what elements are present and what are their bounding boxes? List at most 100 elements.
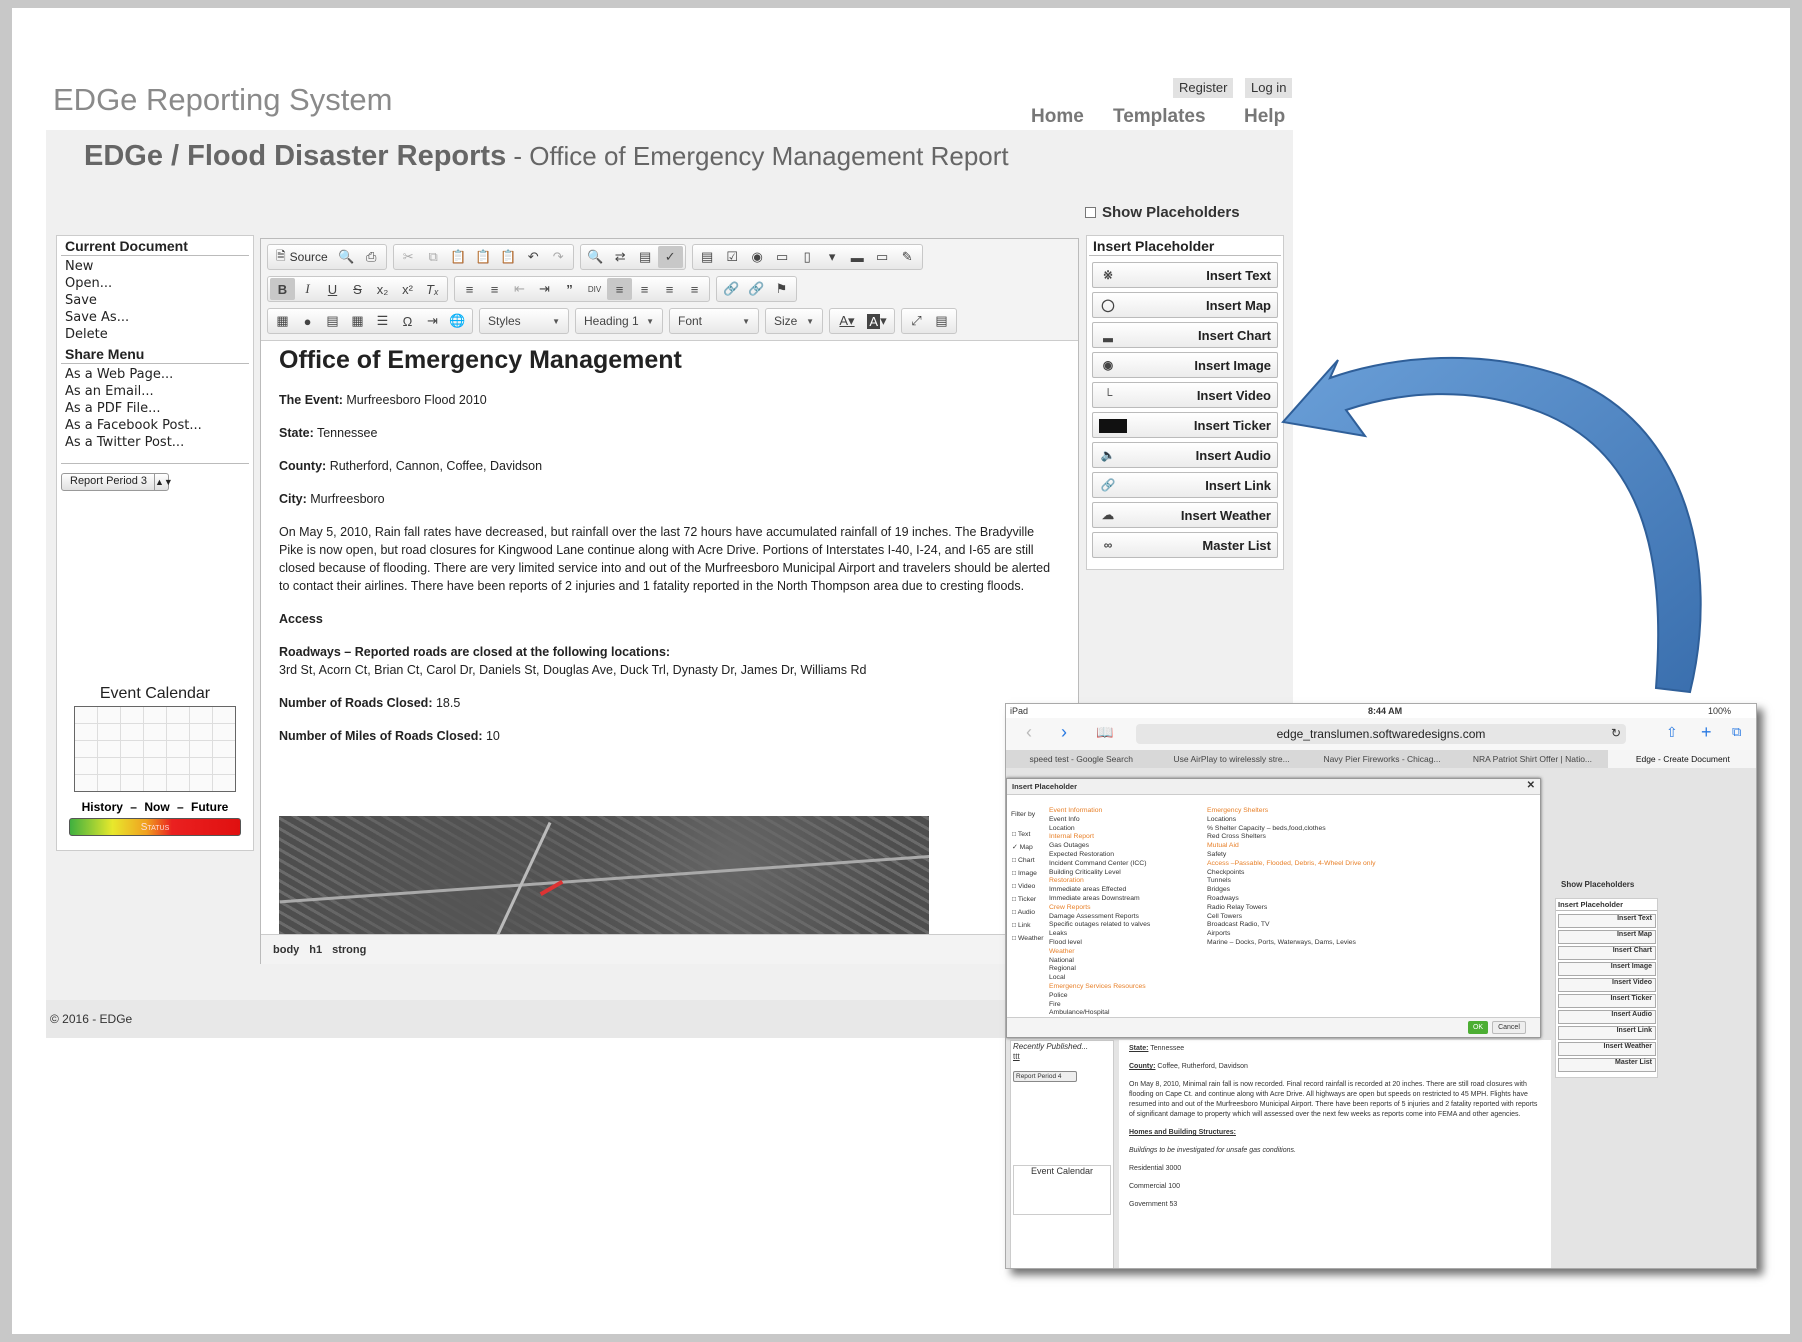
show-placeholders-toggle[interactable]: Show Placeholders <box>1085 204 1240 221</box>
now-label[interactable]: Now – <box>144 800 183 814</box>
radio-icon[interactable]: ◉ <box>745 246 770 268</box>
placeholder-option[interactable]: % Shelter Capacity – beds,food,clothes <box>1207 825 1376 834</box>
superscript-icon[interactable]: x² <box>395 278 420 300</box>
bold-icon[interactable]: B <box>270 278 295 300</box>
preview-icon[interactable]: 🔍 <box>334 246 359 268</box>
remove-format-icon[interactable]: Tₓ <box>420 278 445 300</box>
filter-option[interactable]: □ Chart <box>1012 857 1044 866</box>
print-icon[interactable]: ⎙ <box>359 246 384 268</box>
placeholder-option[interactable]: Incident Command Center (ICC) <box>1049 860 1150 869</box>
insert-ticker-button[interactable]: Insert Ticker <box>1092 412 1278 438</box>
strikethrough-icon[interactable]: S <box>345 278 370 300</box>
hidden-field-icon[interactable]: ✎ <box>895 246 920 268</box>
placeholder-option[interactable]: Safety <box>1207 851 1376 860</box>
select-field-icon[interactable]: ▾ <box>820 246 845 268</box>
align-center-icon[interactable]: ≡ <box>632 278 657 300</box>
source-button[interactable]: 🗎 Source <box>270 246 334 268</box>
format-dropdown[interactable]: Heading 1 ▼ <box>575 308 663 334</box>
placeholder-option[interactable]: Radio Relay Towers <box>1207 904 1376 913</box>
ipad-show-placeholders[interactable]: Show Placeholders <box>1561 880 1634 889</box>
ipad-insert-chart[interactable]: Insert Chart <box>1558 946 1656 960</box>
filter-option[interactable]: □ Link <box>1012 922 1044 931</box>
flash-icon[interactable]: ▤ <box>320 310 345 332</box>
ipad-recent-item[interactable]: ttt <box>1011 1052 1113 1061</box>
history-label[interactable]: History – <box>82 800 137 814</box>
placeholder-option[interactable]: Building Criticality Level <box>1049 869 1150 878</box>
filter-option[interactable]: □ Video <box>1012 883 1044 892</box>
editor-content[interactable]: Office of Emergency Management The Event… <box>279 348 1059 760</box>
ipad-period-select[interactable]: Report Period 4 <box>1013 1071 1077 1082</box>
text-color-icon[interactable]: A▾ <box>832 310 862 332</box>
anchor-flag-icon[interactable]: ⚑ <box>769 278 794 300</box>
placeholder-option[interactable]: Leaks <box>1049 930 1150 939</box>
subscript-icon[interactable]: x₂ <box>370 278 395 300</box>
placeholder-option[interactable]: Regional <box>1049 965 1150 974</box>
background-color-icon[interactable]: A ▾ <box>862 310 892 332</box>
image-icon[interactable]: ▦ <box>270 310 295 332</box>
show-blocks-icon[interactable]: ▤ <box>929 310 954 332</box>
ipad-event-calendar[interactable]: Event Calendar <box>1013 1165 1111 1215</box>
share-email[interactable]: As an Email... <box>61 383 249 400</box>
menu-delete[interactable]: Delete <box>57 326 253 343</box>
paste-icon[interactable]: 📋 <box>446 246 471 268</box>
share-icon[interactable]: ⇧ <box>1666 724 1678 741</box>
styles-dropdown[interactable]: Styles ▼ <box>479 308 569 334</box>
nav-templates[interactable]: Templates <box>1113 106 1206 128</box>
ipad-master-list[interactable]: Master List <box>1558 1058 1656 1072</box>
placeholder-option[interactable]: Locations <box>1207 816 1376 825</box>
placeholder-option[interactable]: Cell Towers <box>1207 913 1376 922</box>
cut-icon[interactable]: ✂ <box>396 246 421 268</box>
placeholder-option[interactable]: Immediate areas Effected <box>1049 886 1150 895</box>
placeholder-option[interactable]: Checkpoints <box>1207 869 1376 878</box>
filter-option[interactable]: □ Ticker <box>1012 896 1044 905</box>
ok-button[interactable]: OK <box>1468 1021 1488 1034</box>
ipad-editor-content[interactable]: State: Tennessee County: Coffee, Rutherf… <box>1119 1040 1551 1268</box>
back-icon[interactable]: ‹ <box>1026 722 1032 743</box>
placeholder-option[interactable]: Police <box>1049 992 1150 1001</box>
link-icon[interactable]: 🔗 <box>719 278 744 300</box>
placeholder-option[interactable]: Flood level <box>1049 939 1150 948</box>
ipad-insert-map[interactable]: Insert Map <box>1558 930 1656 944</box>
ipad-insert-link[interactable]: Insert Link <box>1558 1026 1656 1040</box>
button-field-icon[interactable]: ▬ <box>845 246 870 268</box>
browser-tab[interactable]: NRA Patriot Shirt Offer | Natio... <box>1457 750 1607 768</box>
insert-chart-button[interactable]: ▂ Insert Chart <box>1092 322 1278 348</box>
placeholder-option[interactable]: Immediate areas Downstream <box>1049 895 1150 904</box>
bookmarks-icon[interactable]: 📖 <box>1096 724 1113 741</box>
filter-option[interactable]: □ Weather <box>1012 935 1044 944</box>
register-button[interactable]: Register <box>1173 78 1234 98</box>
special-char-icon[interactable]: Ω <box>395 310 420 332</box>
horizontal-rule-icon[interactable]: ☰ <box>370 310 395 332</box>
nav-help[interactable]: Help <box>1244 106 1285 128</box>
share-web-page[interactable]: As a Web Page... <box>61 366 249 383</box>
menu-save[interactable]: Save <box>57 292 253 309</box>
nav-home[interactable]: Home <box>1031 106 1084 128</box>
unlink-icon[interactable]: 🔗 <box>744 278 769 300</box>
insert-map-button[interactable]: ◯ Insert Map <box>1092 292 1278 318</box>
tabs-icon[interactable]: ⧉ <box>1732 724 1741 740</box>
menu-save-as[interactable]: Save As... <box>57 309 253 326</box>
paste-text-icon[interactable]: 📋 <box>471 246 496 268</box>
flood-map-image[interactable] <box>279 816 929 934</box>
font-dropdown[interactable]: Font ▼ <box>669 308 759 334</box>
reload-icon[interactable]: ↻ <box>1611 726 1621 740</box>
menu-new[interactable]: New <box>57 258 253 275</box>
filter-option[interactable]: □ Image <box>1012 870 1044 879</box>
insert-text-button[interactable]: ※ Insert Text <box>1092 262 1278 288</box>
table-icon[interactable]: ▦ <box>345 310 370 332</box>
copy-icon[interactable]: ⧉ <box>421 246 446 268</box>
textarea-icon[interactable]: ▯ <box>795 246 820 268</box>
cancel-button[interactable]: Cancel <box>1492 1021 1526 1034</box>
new-tab-icon[interactable]: + <box>1701 722 1712 743</box>
share-facebook[interactable]: As a Facebook Post... <box>61 417 249 434</box>
insert-image-button[interactable]: ◉ Insert Image <box>1092 352 1278 378</box>
browser-tab-active[interactable]: Edge - Create Document <box>1607 750 1756 768</box>
placeholder-option[interactable]: Local <box>1049 974 1150 983</box>
forward-icon[interactable]: › <box>1061 722 1067 743</box>
placeholder-option[interactable]: Red Cross Shelters <box>1207 833 1376 842</box>
share-pdf[interactable]: As a PDF File... <box>61 400 249 417</box>
master-list-button[interactable]: ∞ Master List <box>1092 532 1278 558</box>
align-left-icon[interactable]: ≡ <box>607 278 632 300</box>
report-period-select[interactable]: Report Period 3 ▲▼ <box>61 473 173 491</box>
find-icon[interactable]: 🔍 <box>583 246 608 268</box>
